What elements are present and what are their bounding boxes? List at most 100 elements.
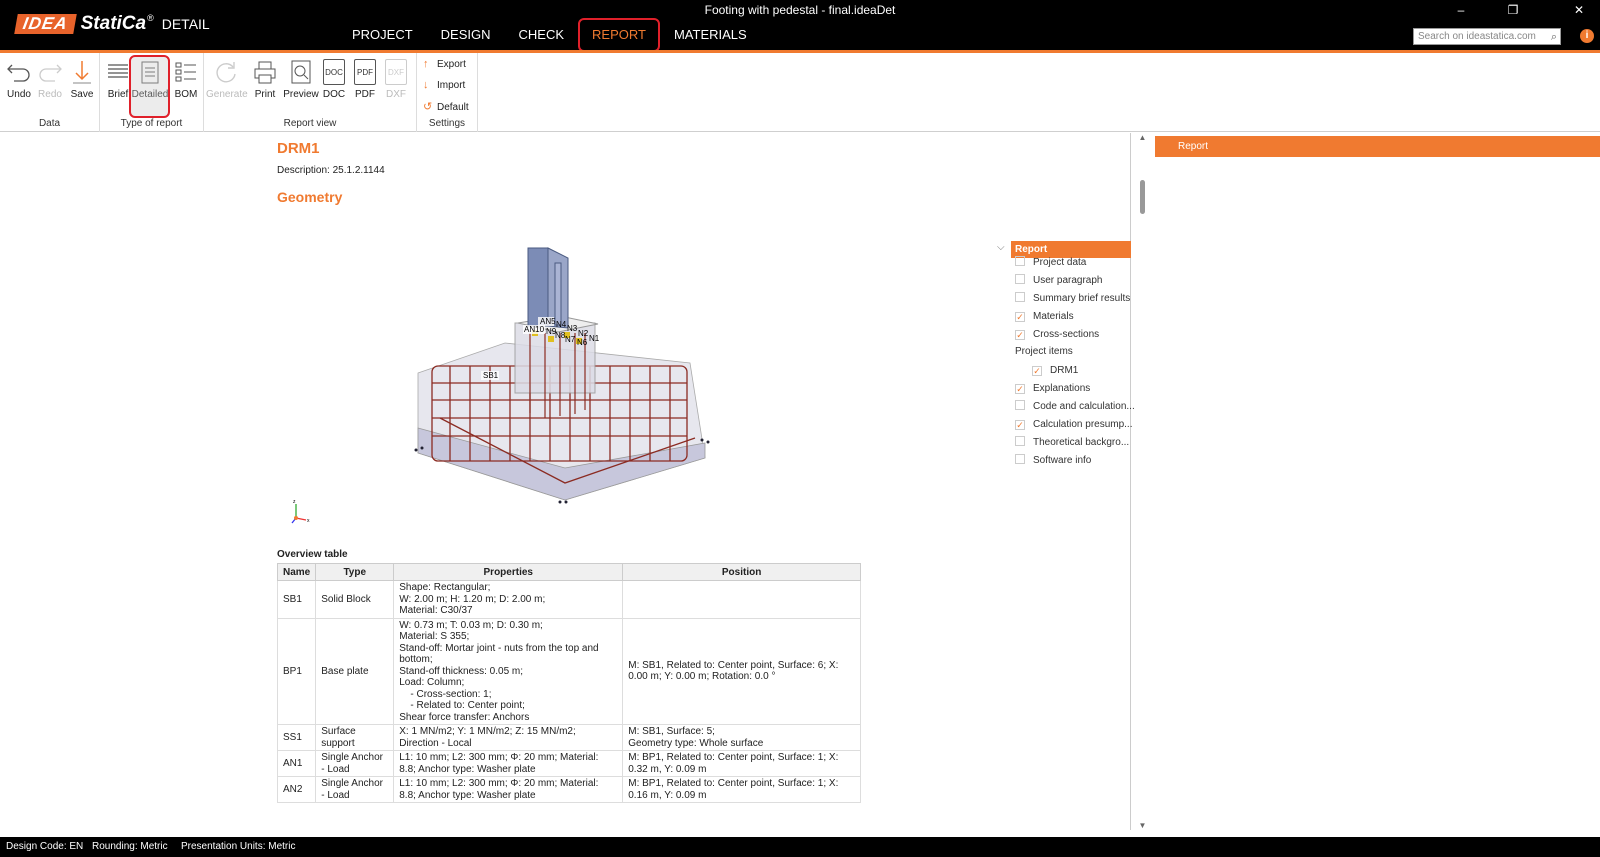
cell-line: M: BP1, Related to: Center point, Surfac… (628, 752, 839, 763)
print-button[interactable]: Print (247, 55, 283, 105)
toc-item[interactable]: ✓ Calculation presump... (1015, 418, 1133, 432)
toc-item[interactable]: Summary brief results (1015, 292, 1130, 306)
toc-item[interactable]: ✓ Explanations (1015, 382, 1090, 396)
preview-button[interactable]: Preview (282, 55, 320, 105)
table-cell: M: SB1, Related to: Center point, Surfac… (622, 617, 861, 725)
status-units: Presentation Units: Metric (181, 841, 296, 852)
column-header: Name (276, 563, 317, 581)
scroll-thumb[interactable] (1140, 180, 1145, 214)
table-row: AN1 Single Anchor - Load L1: 10 mm; L2: 30… (276, 750, 861, 777)
checkbox-icon[interactable] (1015, 436, 1025, 446)
toc-item[interactable]: Project data (1015, 256, 1086, 270)
report-description: Description: 25.1.2.1144 (277, 165, 385, 176)
column-header: Properties (393, 563, 624, 581)
toc-item-label: Materials (1033, 311, 1074, 322)
checkbox-checked-icon[interactable]: ✓ (1015, 330, 1025, 340)
default-button[interactable]: ↺ Default (423, 100, 469, 113)
save-button[interactable]: Save (64, 55, 100, 105)
toc-item[interactable]: Software info (1015, 454, 1091, 468)
model-label: AN10 (524, 325, 545, 334)
scroll-down-icon[interactable]: ▼ (1138, 821, 1147, 830)
table-cell: M: BP1, Related to: Center point, Surfac… (622, 776, 861, 803)
table-cell: AN2 (276, 776, 317, 803)
cell-line: Shape: Rectangular; (399, 582, 491, 593)
tab-project[interactable]: PROJECT (338, 22, 427, 48)
module-name: DETAIL (161, 16, 210, 32)
toc-item[interactable]: Code and calculation... (1015, 400, 1135, 414)
search-placeholder: Search on ideastatica.com (1418, 31, 1536, 42)
cell-line: W: 2.00 m; H: 1.20 m; D: 2.00 m; (399, 593, 546, 605)
preview-label: Preview (283, 89, 319, 100)
table-row: BP1 Base plate W: 0.73 m; T: 0.03 m; D: 0.… (276, 617, 861, 725)
minimize-button[interactable]: – (1452, 3, 1470, 17)
geometry-heading: Geometry (277, 189, 343, 205)
ribbon-group-settings: ↑ Export ↓ Import ↺ Default Settings (417, 53, 478, 132)
table-cell: Surface support (315, 724, 395, 751)
tab-materials[interactable]: MATERIALS (660, 22, 761, 48)
close-button[interactable]: ✕ (1570, 3, 1588, 17)
tab-design[interactable]: DESIGN (427, 22, 505, 48)
report-view[interactable]: DRM1 Description: 25.1.2.1144 Geometry A… (0, 133, 1131, 830)
checkbox-icon[interactable] (1015, 400, 1025, 410)
column-header: Position (622, 563, 861, 581)
cell-line: M: SB1, Related to: Center point, Surfac… (628, 659, 839, 671)
tab-report[interactable]: REPORT (578, 18, 660, 52)
cell-line: Material: C30/37 (399, 605, 473, 616)
bom-button[interactable]: BOM (168, 55, 204, 105)
axis-gizmo: z x (291, 499, 310, 524)
checkbox-icon[interactable] (1015, 454, 1025, 464)
toc-item-label: Code and calculation... (1033, 401, 1135, 412)
checkbox-checked-icon[interactable]: ✓ (1015, 384, 1025, 394)
checkbox-checked-icon[interactable]: ✓ (1015, 420, 1025, 430)
scroll-up-icon[interactable]: ▲ (1138, 133, 1147, 142)
table-cell: M: BP1, Related to: Center point, Surfac… (622, 750, 861, 777)
cell-line: M: BP1, Related to: Center point, Surfac… (628, 778, 839, 789)
checkbox-checked-icon[interactable]: ✓ (1032, 366, 1042, 376)
checkbox-icon[interactable] (1015, 274, 1025, 284)
toc-item[interactable]: ✓ DRM1 (1032, 364, 1078, 378)
brief-icon (108, 64, 128, 78)
model-label: N1 (589, 334, 600, 343)
save-icon (73, 61, 91, 84)
table-cell: M: SB1, Surface: 5; Geometry type: Whole … (622, 724, 861, 751)
toc-item[interactable]: ✓ Materials (1015, 310, 1074, 324)
tab-check[interactable]: CHECK (505, 22, 579, 48)
table-cell: Single Anchor - Load (315, 776, 395, 803)
generate-button[interactable]: Generate (206, 55, 248, 105)
ribbon: Undo Redo Save Data Brief Detailed BOM T… (0, 53, 1600, 132)
cell-line: L1: 10 mm; L2: 300 mm; Φ: 20 mm; Materia… (399, 778, 599, 789)
print-icon (254, 61, 276, 84)
redo-button[interactable]: Redo (32, 55, 68, 105)
cell-line: 0.00 m; Y: 0.00 m; Rotation: 0.0 ° (628, 671, 776, 683)
ribbon-group-label: Report view (283, 118, 337, 129)
table-cell: W: 0.73 m; T: 0.03 m; D: 0.30 m; Material… (393, 617, 624, 725)
checkbox-icon[interactable] (1015, 256, 1025, 266)
status-design-code: Design Code: EN (6, 841, 84, 852)
export-button[interactable]: ↑ Export (423, 58, 466, 70)
dxf-button[interactable]: DXF DXF (378, 55, 414, 105)
toc-item-label: Software info (1033, 455, 1092, 466)
table-cell: Shape: Rectangular; W: 2.00 m; H: 1.20 m;… (393, 580, 624, 619)
checkbox-icon[interactable] (1015, 292, 1025, 302)
restore-button[interactable]: ❐ (1504, 3, 1522, 17)
import-label: Import (437, 80, 466, 91)
table-cell: BP1 (276, 617, 317, 725)
search-icon[interactable]: ⌕ (1551, 30, 1557, 44)
toc-item[interactable]: ✓ Cross-sections (1015, 328, 1099, 342)
ribbon-group-label: Type of report (120, 118, 183, 129)
pdf-icon: PDF (354, 59, 376, 85)
model-label: N4 (556, 320, 567, 329)
info-icon[interactable]: i (1580, 29, 1594, 43)
checkbox-checked-icon[interactable]: ✓ (1015, 312, 1025, 322)
toc-item[interactable]: User paragraph (1015, 274, 1102, 288)
print-label: Print (254, 89, 276, 100)
right-panel-title: Report (1155, 136, 1600, 157)
toc-item-label: Summary brief results (1033, 293, 1131, 304)
toc-item[interactable]: Theoretical backgro... (1015, 436, 1129, 450)
import-button[interactable]: ↓ Import (423, 79, 465, 91)
report-scrollbar[interactable]: ▲ ▼ (1138, 133, 1147, 830)
chevron-down-icon[interactable]: ⌵ (997, 242, 1005, 253)
search-input[interactable]: Search on ideastatica.com ⌕ (1413, 28, 1561, 45)
cell-line: - Cross-section: 1; (399, 688, 492, 700)
table-row: SS1 Surface support X: 1 MN/m2; Y: 1 MN/m2… (276, 724, 861, 751)
